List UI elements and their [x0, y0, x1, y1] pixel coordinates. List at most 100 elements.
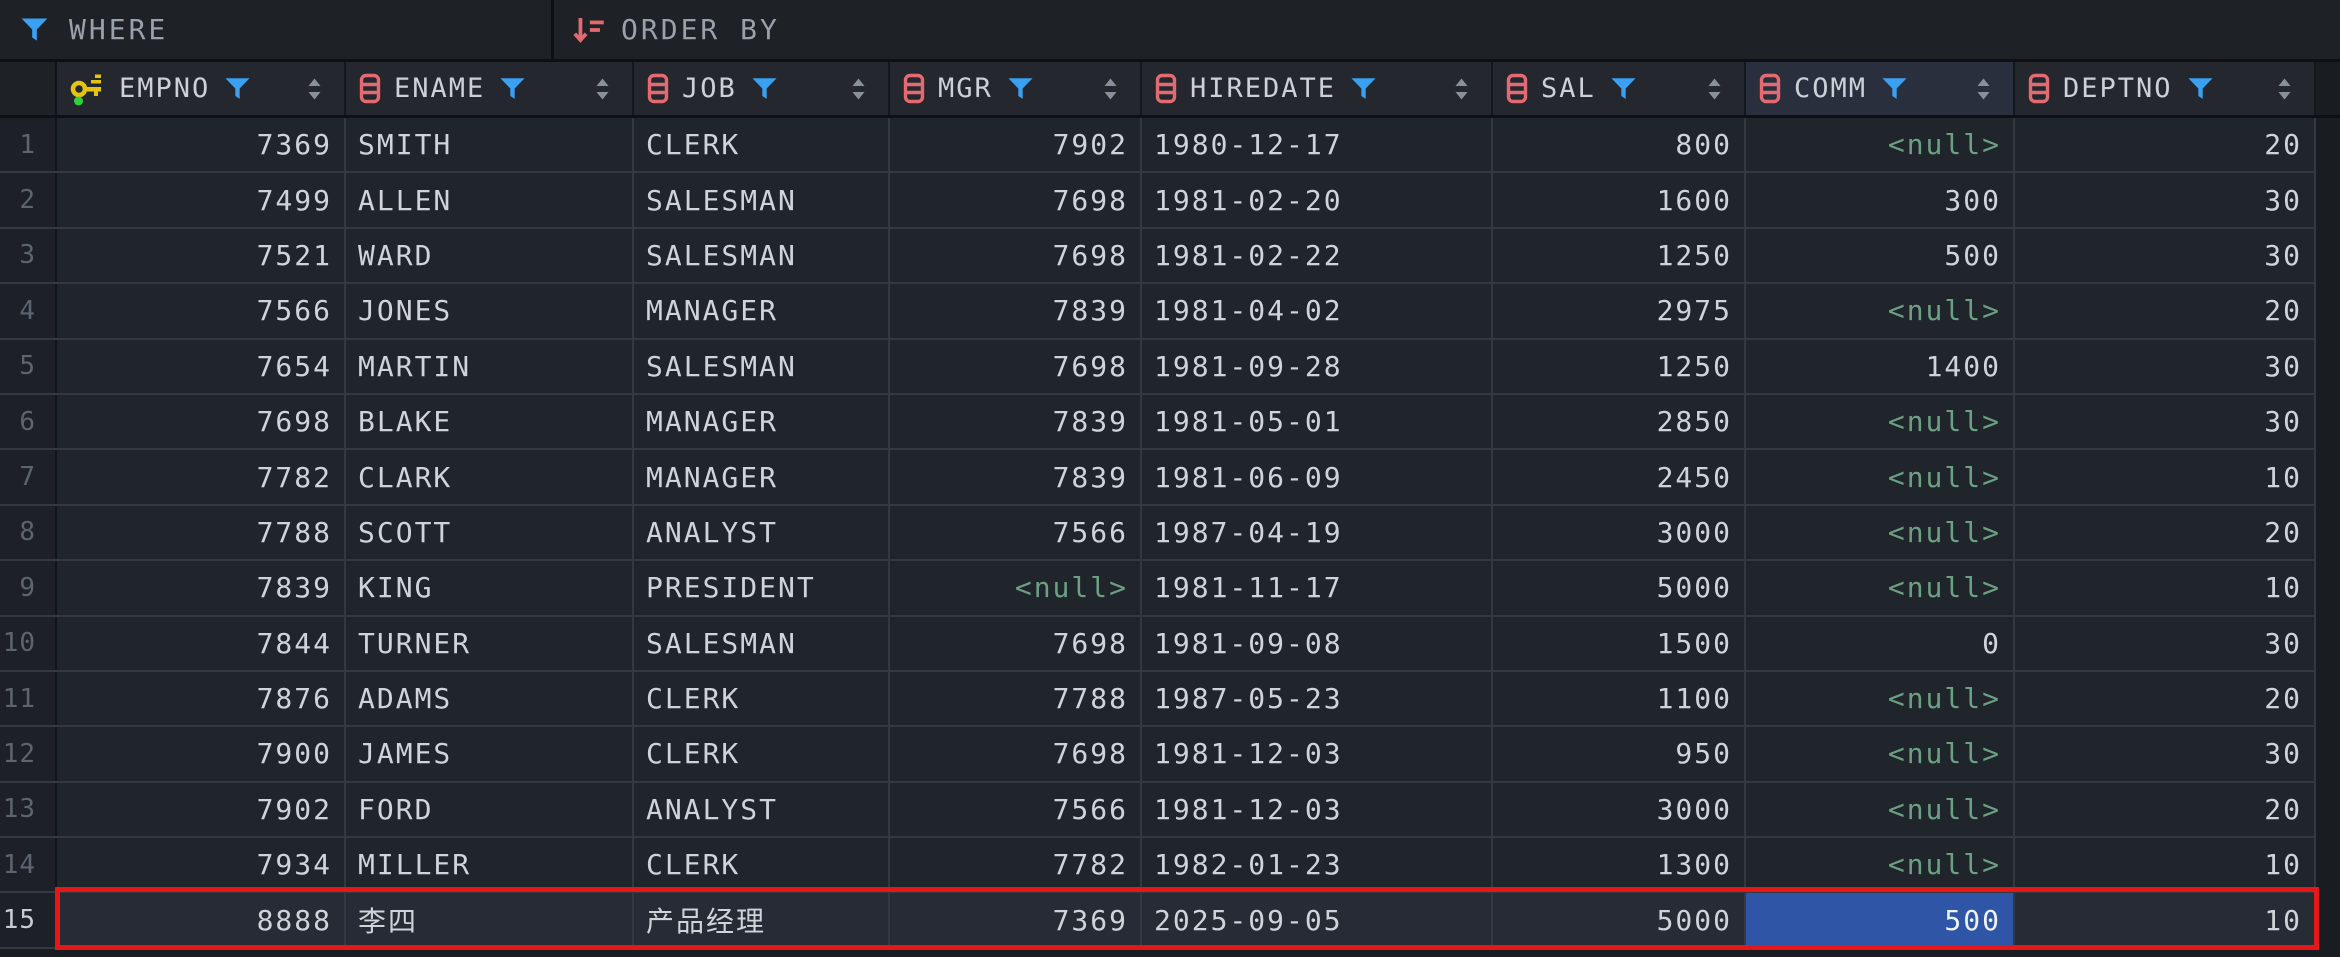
cell-comm[interactable]: <null>: [1746, 450, 2015, 503]
cell-hiredate[interactable]: 1981-06-09: [1142, 450, 1493, 503]
cell-hiredate[interactable]: 1981-09-08: [1142, 617, 1493, 670]
column-header-mgr[interactable]: MGR: [890, 62, 1142, 115]
cell-job[interactable]: ANALYST: [634, 783, 890, 836]
cell-ename[interactable]: TURNER: [346, 617, 634, 670]
row-number[interactable]: 7: [0, 450, 57, 503]
cell-hiredate[interactable]: 1981-12-03: [1142, 783, 1493, 836]
cell-sal[interactable]: 1600: [1493, 173, 1746, 226]
cell-comm[interactable]: 300: [1746, 173, 2015, 226]
row-number[interactable]: 9: [0, 561, 57, 614]
cell-sal[interactable]: 950: [1493, 727, 1746, 780]
cell-hiredate[interactable]: 1981-11-17: [1142, 561, 1493, 614]
cell-mgr[interactable]: 7369: [890, 893, 1142, 946]
cell-hiredate[interactable]: 1981-02-22: [1142, 229, 1493, 282]
cell-mgr[interactable]: 7566: [890, 506, 1142, 559]
row-number[interactable]: 14: [0, 838, 57, 891]
cell-ename[interactable]: BLAKE: [346, 395, 634, 448]
cell-sal[interactable]: 2850: [1493, 395, 1746, 448]
cell-empno[interactable]: 7499: [57, 173, 346, 226]
cell-deptno[interactable]: 30: [2015, 173, 2316, 226]
filter-icon[interactable]: [750, 74, 779, 103]
cell-mgr[interactable]: 7902: [890, 118, 1142, 171]
cell-ename[interactable]: SCOTT: [346, 506, 634, 559]
filter-icon[interactable]: [1609, 74, 1638, 103]
column-header-hiredate[interactable]: HIREDATE: [1142, 62, 1493, 115]
cell-comm[interactable]: <null>: [1746, 395, 2015, 448]
row-number[interactable]: 2: [0, 173, 57, 226]
sort-toggle-icon[interactable]: [307, 77, 322, 101]
column-header-sal[interactable]: SAL: [1493, 62, 1746, 115]
cell-sal[interactable]: 3000: [1493, 783, 1746, 836]
cell-mgr[interactable]: 7566: [890, 783, 1142, 836]
cell-deptno[interactable]: 10: [2015, 450, 2316, 503]
sort-toggle-icon[interactable]: [851, 77, 866, 101]
cell-hiredate[interactable]: 1981-12-03: [1142, 727, 1493, 780]
cell-empno[interactable]: 7876: [57, 672, 346, 725]
cell-hiredate[interactable]: 1987-05-23: [1142, 672, 1493, 725]
row-number[interactable]: 13: [0, 783, 57, 836]
cell-sal[interactable]: 5000: [1493, 893, 1746, 946]
cell-mgr[interactable]: 7698: [890, 727, 1142, 780]
cell-deptno[interactable]: 10: [2015, 561, 2316, 614]
cell-job[interactable]: MANAGER: [634, 450, 890, 503]
cell-sal[interactable]: 1250: [1493, 229, 1746, 282]
cell-ename[interactable]: JAMES: [346, 727, 634, 780]
sort-toggle-icon[interactable]: [595, 77, 610, 101]
cell-comm[interactable]: <null>: [1746, 284, 2015, 337]
cell-mgr[interactable]: 7839: [890, 450, 1142, 503]
cell-sal[interactable]: 1250: [1493, 340, 1746, 393]
filter-icon[interactable]: [498, 74, 527, 103]
cell-ename[interactable]: ADAMS: [346, 672, 634, 725]
cell-comm[interactable]: 500: [1746, 229, 2015, 282]
sort-toggle-icon[interactable]: [1454, 77, 1469, 101]
cell-sal[interactable]: 1500: [1493, 617, 1746, 670]
cell-deptno[interactable]: 30: [2015, 340, 2316, 393]
cell-deptno[interactable]: 30: [2015, 617, 2316, 670]
sort-toggle-icon[interactable]: [1976, 77, 1991, 101]
cell-sal[interactable]: 1300: [1493, 838, 1746, 891]
cell-job[interactable]: CLERK: [634, 672, 890, 725]
cell-mgr[interactable]: 7839: [890, 284, 1142, 337]
column-header-empno[interactable]: EMPNO: [57, 62, 346, 115]
cell-job[interactable]: SALESMAN: [634, 229, 890, 282]
selected-cell-comm[interactable]: 500: [1746, 893, 2015, 946]
cell-job[interactable]: CLERK: [634, 727, 890, 780]
cell-ename[interactable]: KING: [346, 561, 634, 614]
cell-job[interactable]: CLERK: [634, 838, 890, 891]
cell-comm[interactable]: <null>: [1746, 783, 2015, 836]
cell-deptno[interactable]: 10: [2015, 838, 2316, 891]
cell-ename[interactable]: MILLER: [346, 838, 634, 891]
row-number[interactable]: 3: [0, 229, 57, 282]
column-header-comm[interactable]: COMM: [1746, 62, 2015, 115]
sort-toggle-icon[interactable]: [2277, 77, 2292, 101]
cell-hiredate[interactable]: 1987-04-19: [1142, 506, 1493, 559]
cell-ename[interactable]: WARD: [346, 229, 634, 282]
cell-mgr[interactable]: 7788: [890, 672, 1142, 725]
cell-deptno[interactable]: 20: [2015, 118, 2316, 171]
cell-job[interactable]: CLERK: [634, 118, 890, 171]
cell-hiredate[interactable]: 1981-02-20: [1142, 173, 1493, 226]
cell-mgr[interactable]: 7698: [890, 229, 1142, 282]
row-number[interactable]: 11: [0, 672, 57, 725]
cell-deptno[interactable]: 30: [2015, 229, 2316, 282]
filter-icon[interactable]: [223, 74, 252, 103]
cell-empno[interactable]: 8888: [57, 893, 346, 946]
cell-sal[interactable]: 2975: [1493, 284, 1746, 337]
cell-deptno[interactable]: 20: [2015, 284, 2316, 337]
cell-job[interactable]: 产品经理: [634, 893, 890, 946]
cell-empno[interactable]: 7782: [57, 450, 346, 503]
cell-ename[interactable]: ALLEN: [346, 173, 634, 226]
column-header-deptno[interactable]: DEPTNO: [2015, 62, 2316, 115]
cell-hiredate[interactable]: 2025-09-05: [1142, 893, 1493, 946]
where-filter-bar[interactable]: WHERE: [0, 0, 551, 59]
cell-hiredate[interactable]: 1981-04-02: [1142, 284, 1493, 337]
sort-toggle-icon[interactable]: [1707, 77, 1722, 101]
cell-mgr[interactable]: 7839: [890, 395, 1142, 448]
cell-sal[interactable]: 1100: [1493, 672, 1746, 725]
cell-empno[interactable]: 7839: [57, 561, 346, 614]
cell-deptno[interactable]: 20: [2015, 783, 2316, 836]
column-header-job[interactable]: JOB: [634, 62, 890, 115]
row-number[interactable]: 5: [0, 340, 57, 393]
cell-comm[interactable]: <null>: [1746, 506, 2015, 559]
cell-empno[interactable]: 7900: [57, 727, 346, 780]
